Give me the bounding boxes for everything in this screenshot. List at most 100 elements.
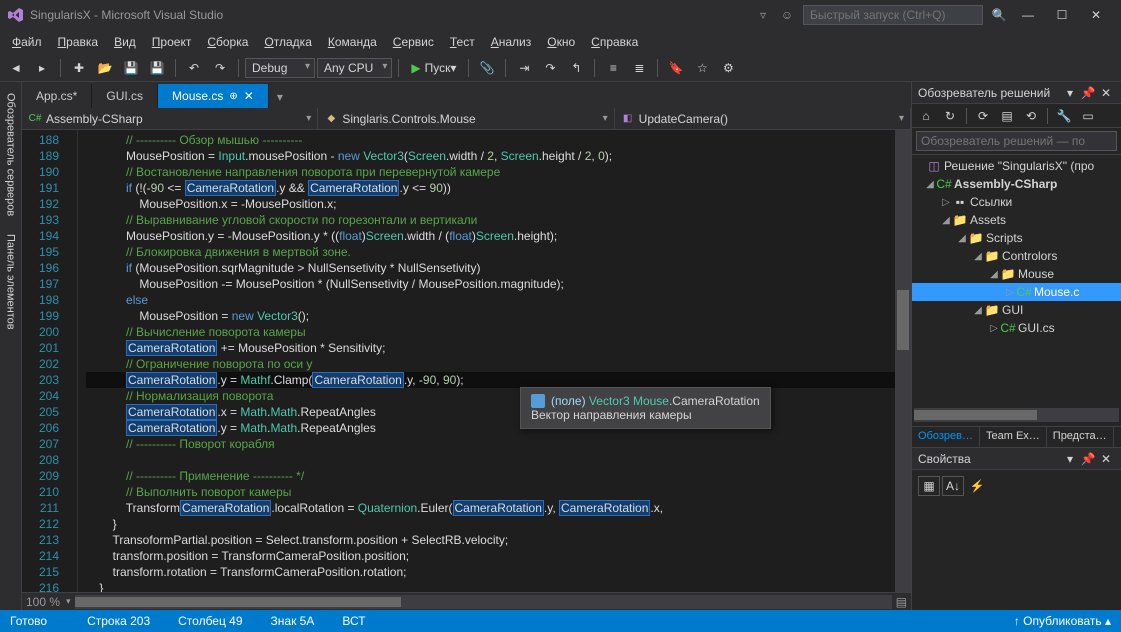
window-title: SingularisX - Microsoft Visual Studio xyxy=(30,8,223,22)
categorize-button[interactable]: ▦ xyxy=(918,476,940,496)
step-button[interactable]: ⇥ xyxy=(513,57,535,79)
menu-правка[interactable]: Правка xyxy=(50,32,107,52)
menu-команда[interactable]: Команда xyxy=(320,32,385,52)
show-all-button[interactable]: ▤ xyxy=(997,106,1017,126)
menu-вид[interactable]: Вид xyxy=(106,32,144,52)
platform-combo[interactable]: Any CPU xyxy=(317,58,392,78)
menu-справка[interactable]: Справка xyxy=(583,32,646,52)
find-button[interactable]: ☆ xyxy=(691,57,713,79)
menu-файл[interactable]: Файл xyxy=(4,32,50,52)
close-button[interactable]: ✕ xyxy=(1079,3,1113,27)
notifications-icon[interactable]: ▿ xyxy=(753,5,773,25)
folder-icon: 📁 xyxy=(1000,267,1016,281)
properties-title: Свойства xyxy=(918,452,1061,466)
right-tab[interactable]: Предста… xyxy=(1047,427,1114,447)
project-icon: C# xyxy=(936,177,952,191)
toolbox-tab[interactable]: Панель элементов xyxy=(2,227,20,337)
comment-button[interactable]: ≡ xyxy=(602,57,624,79)
right-tab[interactable]: Обозрев… xyxy=(912,427,980,447)
tooltip-description: Вектор направления камеры xyxy=(531,408,760,422)
attach-button[interactable]: 📎 xyxy=(476,57,498,79)
code-content[interactable]: // ---------- Обзор мышью ---------- Mou… xyxy=(78,130,895,592)
home-button[interactable]: ⌂ xyxy=(916,106,936,126)
pin-icon[interactable]: 📌 xyxy=(1079,452,1097,466)
save-all-button[interactable]: 💾 xyxy=(146,57,168,79)
status-char: Знак 5А xyxy=(271,614,315,628)
panel-close-button[interactable]: ✕ xyxy=(1097,452,1115,466)
new-project-button[interactable]: ✚ xyxy=(68,57,90,79)
uncomment-button[interactable]: ≣ xyxy=(628,57,650,79)
publish-button[interactable]: ↑ Опубликовать ▴ xyxy=(1014,614,1111,628)
panel-title: Обозреватель решений xyxy=(918,86,1061,100)
save-button[interactable]: 💾 xyxy=(120,57,142,79)
titlebar: SingularisX - Microsoft Visual Studio ▿ … xyxy=(0,0,1121,30)
panel-menu-button[interactable]: ▾ xyxy=(1061,452,1079,466)
alpha-button[interactable]: A↓ xyxy=(942,476,964,496)
menu-сборка[interactable]: Сборка xyxy=(199,32,256,52)
close-icon[interactable]: ✕ xyxy=(244,89,254,103)
status-ins: ВСТ xyxy=(342,614,365,628)
solution-tree[interactable]: ◫Решение "SingularisX" (про ◢C#Assembly-… xyxy=(912,155,1121,408)
properties-body: ▦ A↓ ⚡ xyxy=(912,470,1121,610)
menu-тест[interactable]: Тест xyxy=(442,32,483,52)
nav-fwd-button[interactable]: ▸ xyxy=(31,57,53,79)
vertical-scrollbar[interactable] xyxy=(895,130,911,592)
menu-анализ[interactable]: Анализ xyxy=(483,32,540,52)
open-button[interactable]: 📂 xyxy=(94,57,116,79)
bookmark-button[interactable]: 🔖 xyxy=(665,57,687,79)
menu-проект[interactable]: Проект xyxy=(144,32,200,52)
right-panel: Обозреватель решений ▾ 📌 ✕ ⌂ ↻ ⟳ ▤ ⟲ 🔧 ▭… xyxy=(911,82,1121,610)
split-button[interactable]: ▤ xyxy=(896,595,907,609)
solution-toolbar: ⌂ ↻ ⟳ ▤ ⟲ 🔧 ▭ xyxy=(912,104,1121,128)
events-button[interactable]: ⚡ xyxy=(966,476,988,496)
feedback-icon[interactable]: ☺ xyxy=(777,5,797,25)
redo-button[interactable]: ↷ xyxy=(209,57,231,79)
status-line: Строка 203 xyxy=(87,614,150,628)
start-debug-button[interactable]: ▶Пуск ▾ xyxy=(405,59,462,77)
collapse-button[interactable]: ↻ xyxy=(940,106,960,126)
horizontal-scrollbar[interactable] xyxy=(75,595,892,609)
zoom-combo[interactable]: 100 % xyxy=(26,595,60,609)
solution-explorer-header: Обозреватель решений ▾ 📌 ✕ xyxy=(912,82,1121,104)
references-icon: ▪▪ xyxy=(952,195,968,209)
search-icon[interactable]: 🔍 xyxy=(989,5,1009,25)
file-tab[interactable]: App.cs* xyxy=(22,84,92,108)
refresh-button[interactable]: ⟲ xyxy=(1021,106,1041,126)
preview-button[interactable]: ▭ xyxy=(1078,106,1098,126)
cs-file-icon: C# xyxy=(1000,321,1016,335)
menu-отладка[interactable]: Отладка xyxy=(256,32,319,52)
file-tab[interactable]: Mouse.cs⊕✕ xyxy=(158,84,269,108)
extension-button[interactable]: ⚙ xyxy=(717,57,739,79)
menu-окно[interactable]: Окно xyxy=(539,32,583,52)
panel-close-button[interactable]: ✕ xyxy=(1097,86,1115,100)
tab-overflow-button[interactable]: ▾ xyxy=(269,86,291,108)
solution-search-input[interactable] xyxy=(916,131,1117,151)
sync-button[interactable]: ⟳ xyxy=(973,106,993,126)
undo-button[interactable]: ↶ xyxy=(183,57,205,79)
right-tabstrip: Обозрев…Team Ex…Предста… xyxy=(912,426,1121,448)
line-gutter: 1881891901911921931941951961971981992002… xyxy=(22,130,78,592)
minimize-button[interactable]: — xyxy=(1011,3,1045,27)
properties-button[interactable]: 🔧 xyxy=(1054,106,1074,126)
scope-combo[interactable]: C#Assembly-CSharp xyxy=(22,108,318,129)
pin-icon[interactable]: 📌 xyxy=(1079,86,1097,100)
code-editor[interactable]: 1881891901911921931941951961971981992002… xyxy=(22,130,911,592)
pin-icon[interactable]: ⊕ xyxy=(229,91,237,102)
config-combo[interactable]: Debug xyxy=(245,58,315,78)
right-tab[interactable]: Team Ex… xyxy=(980,427,1047,447)
maximize-button[interactable]: ☐ xyxy=(1045,3,1079,27)
step-out-button[interactable]: ↰ xyxy=(565,57,587,79)
menu-сервис[interactable]: Сервис xyxy=(385,32,442,52)
vs-logo-icon xyxy=(8,7,24,23)
class-combo[interactable]: ◆Singlaris.Controls.Mouse xyxy=(318,108,614,129)
tree-scrollbar[interactable] xyxy=(914,408,1119,422)
server-explorer-tab[interactable]: Обозреватель серверов xyxy=(2,86,20,223)
quick-launch-input[interactable] xyxy=(803,5,983,25)
panel-menu-button[interactable]: ▾ xyxy=(1061,86,1079,100)
member-combo[interactable]: ◧UpdateCamera() xyxy=(615,108,911,129)
folder-icon: 📁 xyxy=(984,249,1000,263)
file-tab[interactable]: GUI.cs xyxy=(92,84,158,108)
nav-back-button[interactable]: ◄ xyxy=(5,57,27,79)
editor-bottom-bar: 100 %▾ ▤ xyxy=(22,592,911,610)
step-over-button[interactable]: ↷ xyxy=(539,57,561,79)
